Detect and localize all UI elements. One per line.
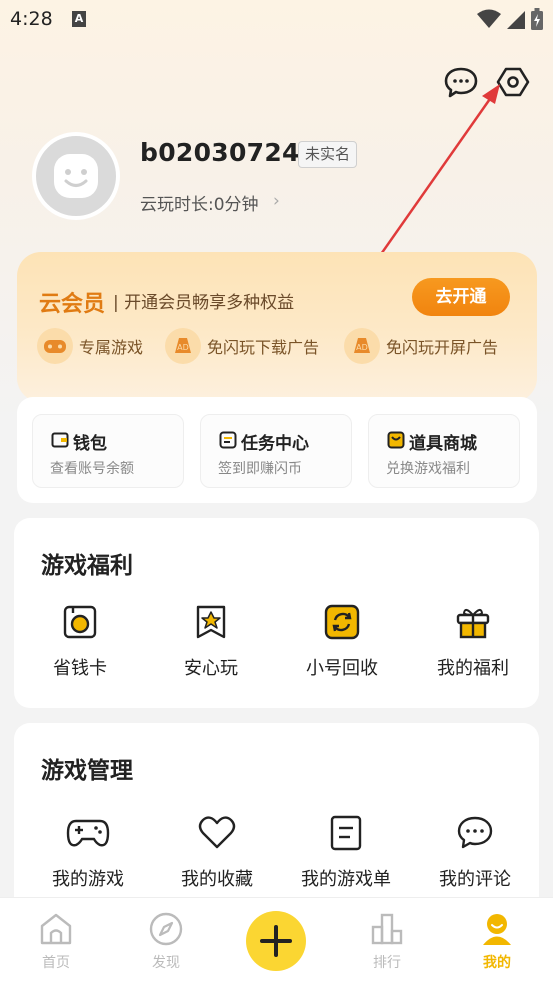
gamepad-icon: [66, 819, 110, 847]
perk-no-splash-ads[interactable]: AD 免闪玩开屏广告: [344, 328, 498, 364]
nav-mine[interactable]: 我的: [462, 912, 532, 972]
recycle-icon: [324, 604, 360, 640]
task-center-button[interactable]: 任务中心 签到即赚闪币: [200, 414, 352, 488]
save-card-button[interactable]: 省钱卡: [20, 604, 140, 680]
gamepad-icon: [37, 328, 73, 364]
wallet-title: 钱包: [73, 434, 107, 454]
my-games-button[interactable]: 我的游戏: [28, 815, 148, 891]
unverified-badge[interactable]: 未实名: [298, 141, 358, 168]
wallet-button[interactable]: 钱包 查看账号余额: [32, 414, 184, 488]
notification-icon: A: [72, 11, 86, 27]
wallet-sub: 查看账号余额: [50, 461, 134, 477]
nav-home-label: 首页: [42, 955, 70, 971]
nav-rank[interactable]: 排行: [352, 912, 422, 972]
my-benefits-button[interactable]: 我的福利: [413, 604, 533, 680]
item-shop-title: 道具商城: [409, 434, 477, 454]
my-game-lists-button[interactable]: 我的游戏单: [286, 815, 406, 891]
task-center-sub: 签到即赚闪币: [218, 461, 302, 477]
benefits-card: 游戏福利 省钱卡 安心玩 小号回收 我的福利: [14, 518, 539, 708]
save-card-icon: [63, 605, 97, 639]
svg-text:AD: AD: [356, 343, 368, 352]
svg-text:AD: AD: [177, 343, 189, 352]
safe-play-label: 安心玩: [184, 658, 238, 679]
perk-exclusive-games[interactable]: 专属游戏: [37, 328, 143, 364]
perk-label: 免闪玩下载广告: [207, 338, 320, 357]
task-icon: [219, 431, 237, 449]
wifi-icon: [477, 9, 501, 28]
nav-mine-label: 我的: [483, 955, 511, 971]
benefits-title: 游戏福利: [41, 553, 133, 579]
status-time: 4:28: [10, 8, 53, 30]
shop-icon: [387, 431, 405, 449]
battery-icon: [531, 8, 543, 30]
nav-home[interactable]: 首页: [21, 912, 91, 972]
list-icon: [330, 815, 362, 851]
heart-icon: [198, 816, 236, 849]
my-comments-label: 我的评论: [439, 869, 511, 890]
add-button[interactable]: [246, 911, 306, 971]
perk-no-download-ads[interactable]: AD 免闪玩下载广告: [165, 328, 319, 364]
my-favorites-button[interactable]: 我的收藏: [157, 815, 277, 891]
compass-icon: [149, 912, 183, 946]
annotation-arrow: [377, 84, 500, 258]
item-shop-sub: 兑换游戏福利: [386, 461, 470, 477]
wallet-icon: [51, 432, 69, 448]
nav-rank-label: 排行: [373, 955, 401, 971]
vip-card[interactable]: 云会员 | 开通会员畅享多种权益 去开通 专属游戏 AD 免闪玩下载广告 AD …: [17, 252, 537, 402]
profile-icon: [483, 914, 511, 945]
account-recycle-button[interactable]: 小号回收: [282, 604, 402, 680]
comment-icon: [457, 816, 493, 849]
signal-icon: [507, 11, 525, 29]
avatar[interactable]: [32, 132, 120, 220]
perk-label: 专属游戏: [79, 338, 144, 357]
smiley-icon: [54, 154, 98, 198]
my-comments-button[interactable]: 我的评论: [415, 815, 535, 891]
my-favorites-label: 我的收藏: [181, 869, 253, 890]
perk-label: 免闪玩开屏广告: [386, 338, 499, 357]
my-games-label: 我的游戏: [52, 869, 124, 890]
my-game-lists-label: 我的游戏单: [301, 869, 391, 890]
chevron-right-icon: ›: [273, 191, 280, 211]
save-card-label: 省钱卡: [53, 658, 107, 679]
no-ad-icon: AD: [165, 328, 201, 364]
my-benefits-label: 我的福利: [437, 658, 509, 679]
item-shop-button[interactable]: 道具商城 兑换游戏福利: [368, 414, 520, 488]
gift-icon: [456, 609, 490, 639]
home-icon: [40, 913, 72, 945]
plus-icon: [260, 925, 292, 957]
bottom-nav: 首页 发现 排行 我的: [0, 897, 553, 984]
star-badge-icon: [196, 605, 226, 639]
vip-subtitle: | 开通会员畅享多种权益: [113, 293, 295, 313]
no-ad-icon: AD: [344, 328, 380, 364]
task-center-title: 任务中心: [241, 434, 309, 454]
account-recycle-label: 小号回收: [306, 658, 378, 679]
safe-play-button[interactable]: 安心玩: [151, 604, 271, 680]
status-bar: 4:28 A: [0, 0, 553, 40]
vip-title: 云会员: [39, 292, 106, 317]
rank-icon: [371, 913, 403, 945]
vip-open-button[interactable]: 去开通: [412, 278, 510, 316]
wallet-card: 钱包 查看账号余额 任务中心 签到即赚闪币 道具商城 兑换游戏福利: [17, 397, 537, 503]
manage-card: 游戏管理 我的游戏 我的收藏 我的游戏单 我的评论: [14, 723, 539, 913]
playtime-text[interactable]: 云玩时长:0分钟: [140, 190, 259, 215]
nav-discover[interactable]: 发现: [131, 912, 201, 972]
username[interactable]: b020307247: [140, 138, 317, 167]
status-icons: [477, 8, 543, 30]
manage-title: 游戏管理: [41, 758, 133, 784]
nav-discover-label: 发现: [152, 955, 180, 971]
